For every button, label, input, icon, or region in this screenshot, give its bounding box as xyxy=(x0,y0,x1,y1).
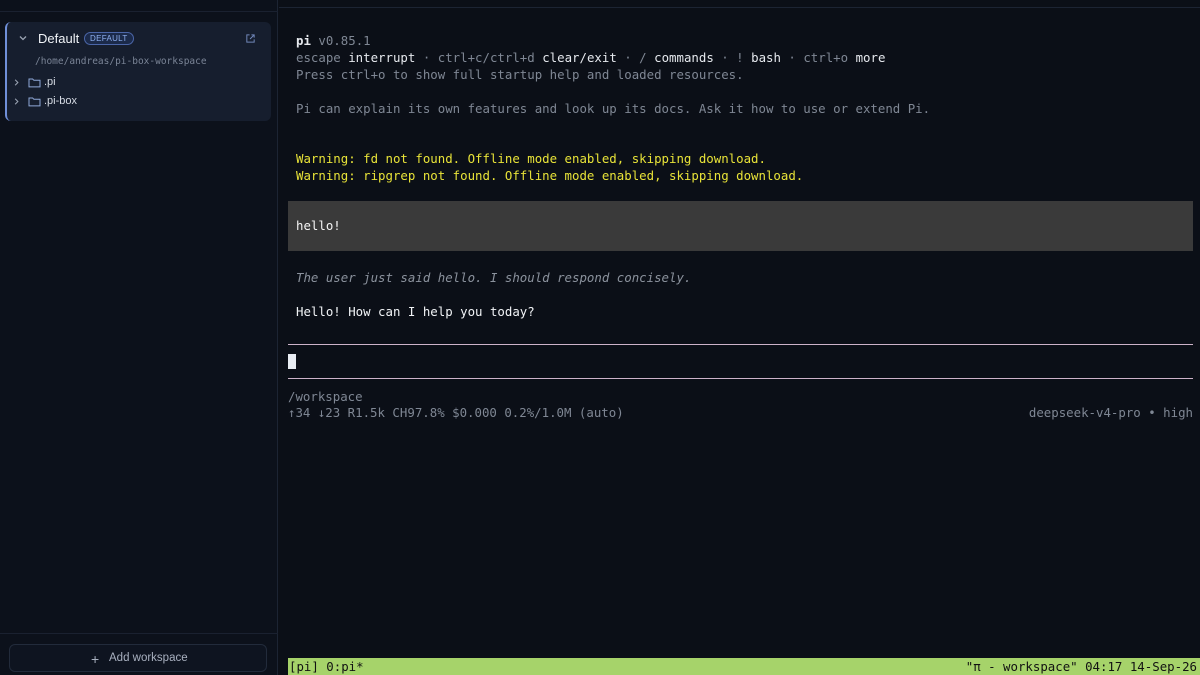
keybinding-hints: escape interrupt · ctrl+c/ctrl+d clear/e… xyxy=(296,50,885,65)
workspace-name: Default xyxy=(38,31,80,46)
input-cursor[interactable] xyxy=(288,354,296,369)
warning-fd: Warning: fd not found. Offline mode enab… xyxy=(296,151,766,166)
hint-segment: · ctrl+c/ctrl+d xyxy=(415,50,543,65)
chevron-right-icon[interactable] xyxy=(12,78,21,87)
cwd: /workspace xyxy=(288,389,363,404)
terminal[interactable]: pi v0.85.1 escape interrupt · ctrl+c/ctr… xyxy=(279,0,1200,675)
divider xyxy=(0,11,278,12)
app-version: v0.85.1 xyxy=(318,33,371,48)
add-workspace-label: Add workspace xyxy=(109,652,188,664)
thinking-text: The user just said hello. I should respo… xyxy=(296,270,692,285)
chevron-right-icon[interactable] xyxy=(12,97,21,106)
workspace-path: /home/andreas/pi-box-workspace xyxy=(35,56,207,67)
assistant-reply: Hello! How can I help you today? xyxy=(296,304,535,319)
folder-icon xyxy=(28,78,41,88)
workspace-header[interactable]: Default DEFAULT xyxy=(7,22,271,56)
plus-icon: + xyxy=(91,651,100,667)
user-message-text: hello! xyxy=(296,218,341,233)
divider xyxy=(279,7,1200,8)
sidebar: Default DEFAULT /home/andreas/pi-box-wor… xyxy=(0,0,278,675)
hint-segment: · / xyxy=(616,50,655,65)
open-external-icon[interactable] xyxy=(245,33,256,44)
tmux-window-list[interactable]: [pi] 0:pi* xyxy=(289,659,364,674)
default-badge: DEFAULT xyxy=(84,32,134,45)
workspace-card[interactable]: Default DEFAULT /home/andreas/pi-box-wor… xyxy=(5,22,271,121)
add-workspace-button[interactable]: + Add workspace xyxy=(9,644,267,672)
chevron-down-icon[interactable] xyxy=(17,32,29,44)
tree-item-label: .pi xyxy=(44,76,56,88)
tree-item-label: .pi-box xyxy=(44,95,78,107)
hint-segment: more xyxy=(855,50,886,65)
startup-hint: Press ctrl+o to show full startup help a… xyxy=(296,67,744,82)
divider xyxy=(0,633,278,634)
input-bottom-border xyxy=(288,378,1193,379)
tree-item-pi[interactable]: .pi xyxy=(7,74,271,92)
hint-segment: escape xyxy=(296,50,349,65)
user-message: hello! xyxy=(288,201,1193,251)
usage-stats: ↑34 ↓23 R1.5k CH97.8% $0.000 0.2%/1.0M (… xyxy=(288,405,624,420)
docs-hint: Pi can explain its own features and look… xyxy=(296,101,931,116)
hint-segment: commands xyxy=(654,50,714,65)
hint-segment: · ctrl+o xyxy=(780,50,856,65)
hint-segment: · ! xyxy=(713,50,752,65)
warning-ripgrep: Warning: ripgrep not found. Offline mode… xyxy=(296,168,804,183)
hint-segment: clear/exit xyxy=(542,50,617,65)
version-line: pi v0.85.1 xyxy=(296,33,371,48)
app-name: pi xyxy=(296,33,311,48)
input-top-border xyxy=(288,344,1193,345)
folder-icon xyxy=(28,97,41,107)
hint-segment: interrupt xyxy=(348,50,416,65)
hint-segment: bash xyxy=(751,50,781,65)
model-info: deepseek-v4-pro • high xyxy=(1028,405,1193,420)
tmux-status-bar: [pi] 0:pi* "π - workspace" 04:17 14-Sep-… xyxy=(288,658,1200,675)
tmux-session-info: "π - workspace" 04:17 14-Sep-26 xyxy=(965,659,1197,674)
tree-item-pi-box[interactable]: .pi-box xyxy=(7,93,271,111)
